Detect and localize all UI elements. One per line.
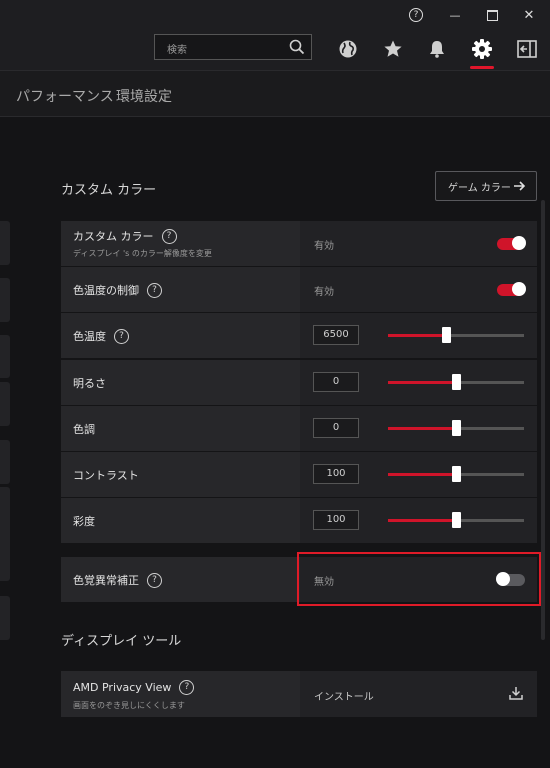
contrast-input[interactable]: 100	[313, 464, 359, 484]
minimize-icon: —	[449, 8, 461, 22]
row-brightness: 明るさ 0	[61, 360, 537, 405]
status-text: 有効	[314, 287, 334, 298]
tab-preferences[interactable]: 環境設定	[116, 86, 172, 106]
color-temperature-input[interactable]: 6500	[313, 325, 359, 345]
row-sublabel: 画面をのぞき見しにくくします	[73, 701, 185, 710]
section-title-custom-color: カスタム カラー	[61, 183, 157, 198]
toggle-knob	[512, 236, 526, 250]
row-saturation: 彩度 100	[61, 498, 537, 543]
minimize-button[interactable]: —	[437, 0, 473, 30]
left-card-stub	[0, 487, 10, 581]
left-card-stub	[0, 440, 10, 484]
left-card-stub	[0, 221, 10, 265]
globe-button[interactable]	[335, 36, 361, 62]
contrast-slider[interactable]	[388, 466, 524, 482]
saturation-input[interactable]: 100	[313, 510, 359, 530]
help-icon[interactable]: ?	[147, 282, 162, 298]
maximize-button[interactable]	[474, 0, 510, 30]
install-action[interactable]: インストール	[300, 671, 537, 717]
slider-fill	[388, 427, 456, 430]
left-card-stub	[0, 278, 10, 322]
row-color-temperature: 色温度 ? 6500	[61, 313, 537, 358]
custom-color-toggle[interactable]	[497, 236, 526, 250]
help-button[interactable]: ?	[398, 0, 434, 30]
bell-icon	[430, 41, 444, 58]
row-custom-color: カスタム カラー ? ディスプレイ 's のカラー解像度を変更 有効	[61, 221, 537, 266]
saturation-slider[interactable]	[388, 512, 524, 528]
slider-fill	[388, 473, 456, 476]
slider-fill	[388, 519, 456, 522]
color-temperature-slider[interactable]	[388, 327, 524, 343]
section-title-display-tools: ディスプレイ ツール	[61, 634, 182, 649]
left-card-stub	[0, 382, 10, 426]
row-label: 色温度	[73, 330, 106, 343]
help-icon: ?	[409, 8, 423, 22]
slider-fill	[388, 381, 456, 384]
star-icon	[384, 40, 402, 57]
slider-thumb[interactable]	[452, 420, 461, 436]
close-button[interactable]: ✕	[511, 0, 547, 30]
help-icon[interactable]: ?	[147, 572, 162, 588]
row-hue: 色調 0	[61, 406, 537, 451]
toggle-knob	[512, 282, 526, 296]
row-color-temperature-control: 色温度の制御 ? 有効	[61, 267, 537, 312]
row-amd-privacy-view: AMD Privacy View ? 画面をのぞき見しにくくします インストール	[61, 671, 537, 717]
settings-button[interactable]	[469, 36, 495, 62]
search-box[interactable]: 検索	[154, 34, 312, 60]
row-label: AMD Privacy View	[73, 681, 172, 694]
favorites-button[interactable]	[380, 36, 406, 62]
status-text: 有効	[314, 241, 334, 252]
arrow-right-icon	[514, 181, 526, 191]
maximize-icon	[486, 9, 498, 21]
row-label: 色温度の制御	[73, 284, 139, 297]
close-icon: ✕	[523, 7, 535, 23]
slider-thumb[interactable]	[452, 466, 461, 482]
hue-slider[interactable]	[388, 420, 524, 436]
help-icon[interactable]: ?	[179, 680, 195, 695]
game-color-button[interactable]: ゲーム カラー	[435, 171, 537, 201]
globe-icon	[339, 40, 357, 58]
row-contrast: コントラスト 100	[61, 452, 537, 497]
highlight-box	[297, 552, 541, 606]
row-label: 明るさ	[73, 377, 106, 390]
slider-thumb[interactable]	[452, 512, 461, 528]
color-temperature-control-toggle[interactable]	[497, 282, 526, 296]
game-color-button-label: ゲーム カラー	[448, 182, 511, 194]
row-label: 色覚異常補正	[73, 574, 139, 587]
row-label: コントラスト	[73, 469, 139, 482]
row-label: 色調	[73, 423, 95, 436]
row-label: 彩度	[73, 515, 95, 528]
brightness-input[interactable]: 0	[313, 372, 359, 392]
slider-thumb[interactable]	[452, 374, 461, 390]
slider-fill	[388, 334, 447, 337]
help-icon[interactable]: ?	[114, 328, 129, 344]
brightness-slider[interactable]	[388, 374, 524, 390]
left-card-stub	[0, 335, 10, 378]
sidebar-toggle-button[interactable]	[514, 36, 540, 62]
panel-exit-icon	[517, 40, 537, 58]
gear-icon	[472, 39, 492, 59]
hue-input[interactable]: 0	[313, 418, 359, 438]
left-card-stub	[0, 596, 10, 640]
row-label: カスタム カラー	[73, 230, 154, 243]
download-icon[interactable]	[509, 686, 523, 700]
help-icon[interactable]: ?	[161, 228, 177, 244]
slider-thumb[interactable]	[442, 327, 452, 343]
search-input[interactable]: 検索	[167, 41, 187, 56]
scrollbar[interactable]	[541, 200, 545, 640]
row-sublabel: ディスプレイ 's のカラー解像度を変更	[73, 249, 212, 258]
notifications-button[interactable]	[424, 36, 450, 62]
active-tab-indicator	[470, 66, 494, 69]
tab-performance[interactable]: パフォーマンス	[16, 86, 114, 106]
install-label: インストール	[314, 692, 374, 703]
search-icon[interactable]	[289, 39, 305, 55]
